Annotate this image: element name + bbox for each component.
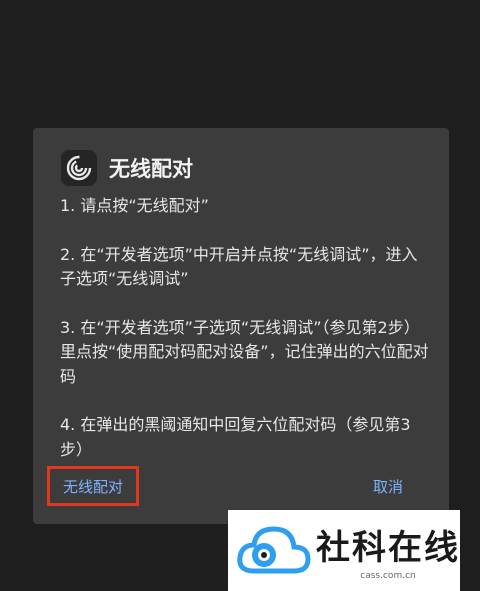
instruction-step-1: 1. 请点按“无线配对”	[60, 196, 209, 215]
instruction-step-4: 4. 在弹出的黑阈通知中回复六位配对码（参见第3步）	[60, 415, 411, 459]
instruction-step-3: 3. 在“开发者选项”子选项“无线调试”（参见第2步）里点按“使用配对码配对设备…	[60, 317, 429, 386]
dialog-header: 无线配对	[61, 150, 193, 186]
swirl-logo-icon	[61, 150, 97, 186]
dialog-title: 无线配对	[109, 157, 193, 181]
watermark-name: 社科在线	[316, 528, 460, 568]
watermark-url: cass.com.cn	[360, 571, 416, 581]
instruction-step-2: 2. 在“开发者选项”中开启并点按“无线调试”，进入子选项“无线调试”	[60, 244, 418, 289]
pairing-dialog: 无线配对 1. 请点按“无线配对” 2. 在“开发者选项”中开启并点按“无线调试…	[33, 128, 449, 524]
watermark: 社科在线 cass.com.cn	[228, 510, 460, 591]
cloud-logo-icon	[234, 519, 312, 583]
watermark-text: 社科在线 cass.com.cn	[316, 520, 460, 581]
cancel-button[interactable]: 取消	[373, 476, 403, 497]
dialog-instructions: 1. 请点按“无线配对” 2. 在“开发者选项”中开启并点按“无线调试”，进入子…	[60, 194, 430, 486]
wireless-pair-button[interactable]: 无线配对	[47, 466, 139, 506]
